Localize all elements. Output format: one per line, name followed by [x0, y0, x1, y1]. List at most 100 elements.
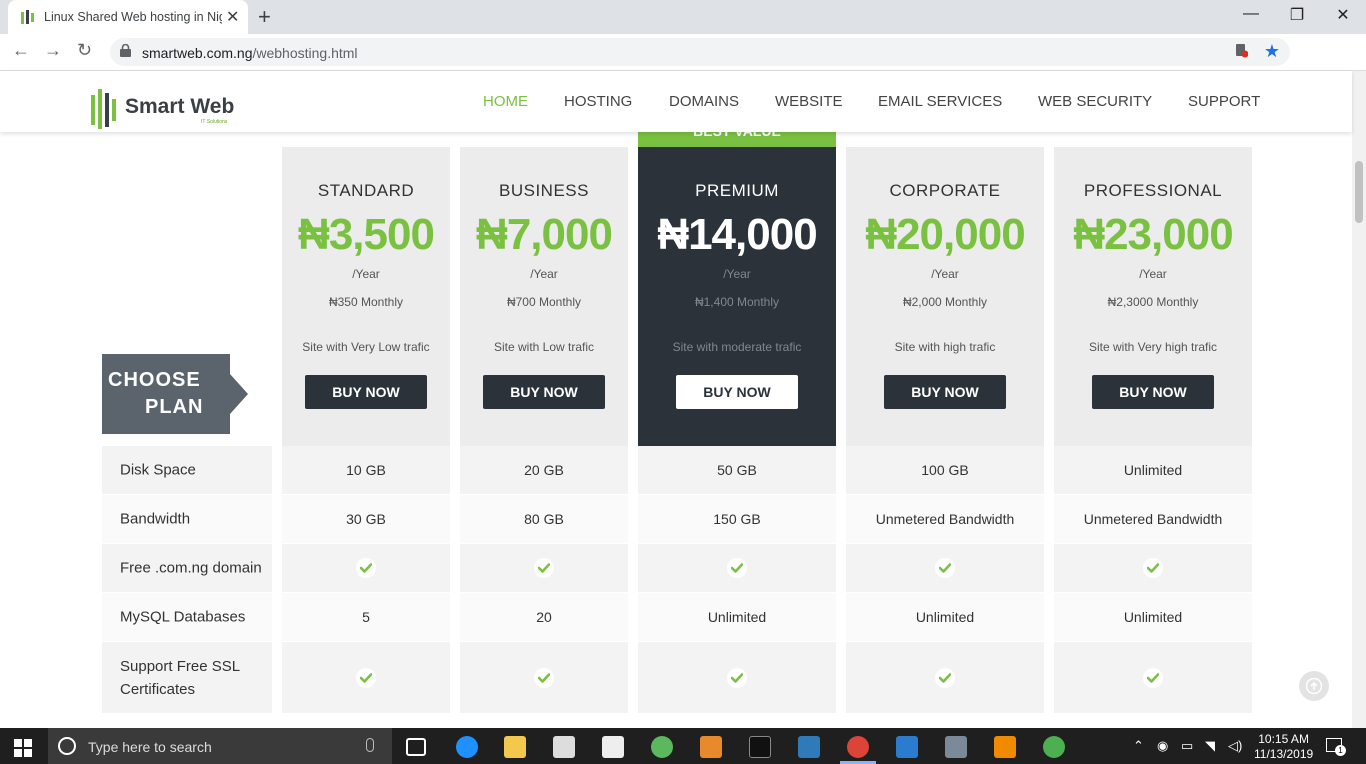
buy-now-button-standard[interactable]: BUY NOW — [305, 375, 427, 409]
tray-chevron-icon[interactable]: ⌃ — [1133, 738, 1144, 754]
store-icon[interactable] — [553, 736, 575, 758]
reload-icon[interactable]: ↻ — [77, 40, 92, 61]
feature-value: 20 GB — [524, 462, 564, 478]
feature-label: Disk Space — [120, 461, 196, 479]
app-gray-icon[interactable] — [945, 736, 967, 758]
windows-start-icon[interactable] — [14, 739, 32, 757]
plan-description: Site with high trafic — [894, 340, 996, 354]
feature-value-cell: Unlimited — [1054, 593, 1252, 642]
site-header: Smart Web IT Solutions HOME HOSTING DOMA… — [0, 71, 1352, 132]
battery-icon[interactable]: ▭ — [1181, 738, 1193, 754]
plan-monthly: ₦350 Monthly — [328, 295, 404, 309]
browser-tab[interactable]: Linux Shared Web hosting in Nig ✕ — [8, 0, 248, 34]
feature-value-cell: 20 — [460, 593, 628, 642]
feature-value-cell: 100 GB — [846, 446, 1044, 495]
tab-close-icon[interactable]: ✕ — [226, 7, 239, 27]
lock-icon — [120, 44, 131, 57]
plan-monthly: ₦1,400 Monthly — [694, 295, 780, 309]
edge-icon[interactable] — [456, 736, 478, 758]
back-icon[interactable]: ← — [12, 40, 30, 61]
feature-value: 30 GB — [346, 511, 386, 527]
plan-name: PREMIUM — [695, 181, 779, 200]
buy-now-button-professional[interactable]: BUY NOW — [1092, 375, 1214, 409]
mail-icon[interactable] — [602, 736, 624, 758]
vscode-icon[interactable] — [896, 736, 918, 758]
nav-support[interactable]: SUPPORT — [1188, 93, 1260, 110]
cortana-icon — [58, 737, 76, 755]
blocked-content-icon[interactable] — [1236, 44, 1248, 58]
file-explorer-icon[interactable] — [504, 736, 526, 758]
bookmark-star-icon[interactable]: ★ — [1264, 41, 1280, 62]
feature-value-cell: Unlimited — [1054, 446, 1252, 495]
chrome-icon[interactable] — [847, 736, 869, 758]
sublime-text-icon[interactable] — [700, 736, 722, 758]
taskbar-clock[interactable]: 10:15 AM 11/13/2019 — [1254, 732, 1313, 762]
buy-now-button-premium[interactable]: BUY NOW — [676, 375, 798, 409]
best-value-banner: BEST VALUE — [638, 132, 836, 147]
task-view-icon[interactable] — [406, 738, 426, 756]
check-icon — [534, 558, 554, 578]
feature-value: Unlimited — [915, 609, 975, 625]
app-blue-icon[interactable] — [798, 736, 820, 758]
feature-value-cell: Unmetered Bandwidth — [846, 495, 1044, 544]
nav-domains[interactable]: DOMAINS — [669, 93, 739, 110]
nav-hosting[interactable]: HOSTING — [564, 93, 632, 110]
mongodb-icon[interactable] — [1043, 736, 1065, 758]
microphone-icon[interactable] — [366, 738, 374, 752]
nav-email-services[interactable]: EMAIL SERVICES — [878, 93, 1002, 110]
feature-row: Free .com.ng domain — [0, 544, 1352, 593]
plan-description: Site with Very high trafic — [1088, 340, 1218, 354]
site-logo[interactable]: Smart Web IT Solutions — [91, 87, 241, 131]
terminal-icon[interactable] — [749, 736, 771, 758]
nav-web-security[interactable]: WEB SECURITY — [1038, 93, 1152, 110]
plan-price: ₦20,000 — [865, 210, 1025, 259]
plan-monthly: ₦700 Monthly — [506, 295, 582, 309]
feature-value-cell — [846, 642, 1044, 714]
scrollbar-thumb[interactable] — [1355, 161, 1363, 223]
buy-now-button-business[interactable]: BUY NOW — [483, 375, 605, 409]
browser-toolbar: ← → ↻ smartweb.com.ng/webhosting.html ★ … — [0, 34, 1366, 94]
feature-value-cell: Unlimited — [638, 593, 836, 642]
feature-value-cell: 5 — [282, 593, 450, 642]
forward-icon[interactable]: → — [44, 40, 62, 61]
choose-plan-line-1: CHOOSE — [108, 369, 201, 391]
feature-value-cell — [1054, 544, 1252, 593]
notification-count: 1 — [1335, 745, 1346, 756]
wifi-icon[interactable]: ◥ — [1205, 738, 1215, 754]
feature-value-cell: Unmetered Bandwidth — [1054, 495, 1252, 544]
buy-now-button-corporate[interactable]: BUY NOW — [884, 375, 1006, 409]
feature-row: Support Free SSL Certificates — [0, 642, 1352, 714]
plan-period: /Year — [1139, 267, 1167, 281]
window-close-icon[interactable]: ✕ — [1320, 5, 1366, 25]
url-domain: smartweb.com.ng — [142, 45, 253, 61]
feature-value: Unmetered Bandwidth — [875, 511, 1015, 527]
plan-name: PROFESSIONAL — [1083, 181, 1223, 200]
page-scrollbar[interactable] — [1352, 71, 1366, 728]
plan-price: ₦7,000 — [476, 210, 613, 259]
feature-value-cell: 50 GB — [638, 446, 836, 495]
nav-website[interactable]: WEBSITE — [775, 93, 843, 110]
app-green-icon[interactable] — [651, 736, 673, 758]
feature-value-cell — [282, 544, 450, 593]
nav-home[interactable]: HOME — [483, 93, 528, 110]
tray-record-icon[interactable]: ◉ — [1157, 738, 1168, 754]
feature-value: 80 GB — [524, 511, 564, 527]
feature-value-cell: 10 GB — [282, 446, 450, 495]
vlc-icon[interactable] — [994, 736, 1016, 758]
feature-value-cell — [638, 642, 836, 714]
feature-label-cell: Support Free SSL Certificates — [102, 642, 272, 714]
feature-value: 10 GB — [346, 462, 386, 478]
feature-value-cell — [460, 642, 628, 714]
feature-label-cell: Disk Space — [102, 446, 272, 495]
feature-row: Bandwidth 30 GB 80 GB 150 GB Unmetered Bandw… — [0, 495, 1352, 544]
notification-center-icon[interactable]: 1 — [1326, 738, 1346, 756]
minimize-icon[interactable]: — — [1228, 5, 1274, 23]
new-tab-icon[interactable]: + — [258, 4, 271, 30]
scroll-to-top-button[interactable] — [1299, 671, 1329, 701]
address-bar[interactable]: smartweb.com.ng/webhosting.html ★ — [110, 38, 1290, 66]
plan-name: CORPORATE — [889, 181, 1001, 200]
feature-label: Free .com.ng domain — [120, 559, 262, 577]
volume-icon[interactable]: ◁) — [1228, 738, 1242, 754]
restore-icon[interactable]: ❐ — [1274, 5, 1320, 25]
taskbar-search[interactable]: Type here to search — [48, 728, 392, 764]
